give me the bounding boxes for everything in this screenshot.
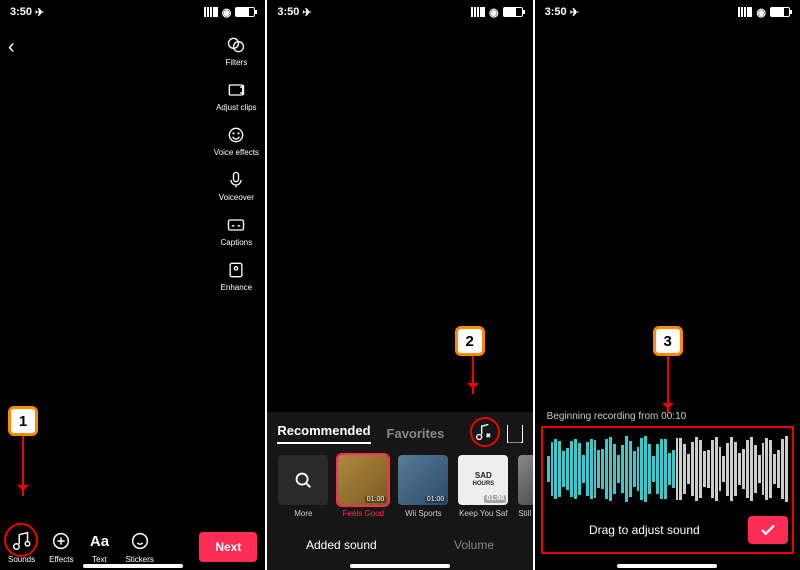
annotation-arrow <box>22 436 24 496</box>
wifi-icon: ◉ <box>489 6 499 19</box>
battery-icon <box>235 7 255 17</box>
added-sound-tab[interactable]: Added sound <box>306 538 377 552</box>
voice-effects-button[interactable]: Voice effects <box>211 124 261 157</box>
battery-icon <box>770 7 790 17</box>
status-bar: 3:50✈ ◉ <box>535 0 800 24</box>
tab-recommended[interactable]: Recommended <box>277 423 370 444</box>
home-indicator <box>617 564 717 568</box>
location-icon: ✈ <box>302 6 311 19</box>
adjust-clips-button[interactable]: Adjust clips <box>211 79 261 112</box>
drag-hint: Drag to adjust sound <box>547 523 742 537</box>
waveform[interactable] <box>547 434 788 504</box>
effects-button[interactable]: Effects <box>49 529 73 564</box>
home-indicator <box>350 564 450 568</box>
track-list: More 01:00 Feels Good 01:00 Wii Sports S… <box>267 451 532 526</box>
track-item[interactable]: SADHOURS01:00 Keep You Saf <box>457 455 509 518</box>
callout-badge: 1 <box>8 406 38 436</box>
status-bar: 3:50✈ ◉ <box>0 0 265 24</box>
annotation-arrow <box>472 356 474 394</box>
captions-button[interactable]: Captions <box>211 214 261 247</box>
track-item[interactable]: 01:00 Wii Sports <box>397 455 449 518</box>
signal-icon <box>204 7 218 17</box>
bookmark-button[interactable] <box>507 425 523 443</box>
filters-button[interactable]: Filters <box>211 34 261 67</box>
annotation-circle <box>470 417 500 447</box>
sounds-sheet-screen: 3:50✈ ◉ Recommended Favorites More 01:00… <box>267 0 532 570</box>
track-item[interactable]: 00:30 Still Don't Kno <box>517 455 532 518</box>
signal-icon <box>738 7 752 17</box>
edit-screen: 3:50✈ ◉ ‹ Filters Adjust clips Voice eff… <box>0 0 265 570</box>
wifi-icon: ◉ <box>222 6 232 19</box>
text-button[interactable]: AaText <box>87 529 111 564</box>
annotation-circle <box>4 523 38 557</box>
signal-icon <box>471 7 485 17</box>
location-icon: ✈ <box>35 6 44 19</box>
confirm-button[interactable] <box>748 516 788 544</box>
bottom-toolbar: Sounds Effects AaText Stickers Next <box>0 529 265 564</box>
callout-badge: 3 <box>653 326 683 356</box>
sounds-sheet: Recommended Favorites More 01:00 Feels G… <box>267 412 532 570</box>
stickers-button[interactable]: Stickers <box>125 529 153 564</box>
enhance-button[interactable]: Enhance <box>211 259 261 292</box>
sounds-button[interactable]: Sounds <box>8 529 35 564</box>
volume-tab[interactable]: Volume <box>454 538 494 552</box>
annotation-arrow <box>667 356 669 414</box>
status-time: 3:50 <box>10 6 32 18</box>
voiceover-button[interactable]: Voiceover <box>211 169 261 202</box>
track-item[interactable]: 01:00 Feels Good <box>337 455 389 518</box>
next-button[interactable]: Next <box>199 532 257 562</box>
annotation-box: Drag to adjust sound <box>541 426 794 554</box>
home-indicator <box>83 564 183 568</box>
status-bar: 3:50✈ ◉ <box>267 0 532 24</box>
adjust-sound-screen: 3:50✈ ◉ Beginning recording from 00:10 D… <box>535 0 800 570</box>
location-icon: ✈ <box>570 6 579 19</box>
wifi-icon: ◉ <box>756 6 766 19</box>
trim-sound-button[interactable] <box>475 422 495 445</box>
callout-badge: 2 <box>455 326 485 356</box>
battery-icon <box>503 7 523 17</box>
back-button[interactable]: ‹ <box>8 36 15 59</box>
side-toolbar: Filters Adjust clips Voice effects Voice… <box>211 34 261 292</box>
tab-favorites[interactable]: Favorites <box>387 426 445 441</box>
more-sounds-button[interactable]: More <box>277 455 329 518</box>
